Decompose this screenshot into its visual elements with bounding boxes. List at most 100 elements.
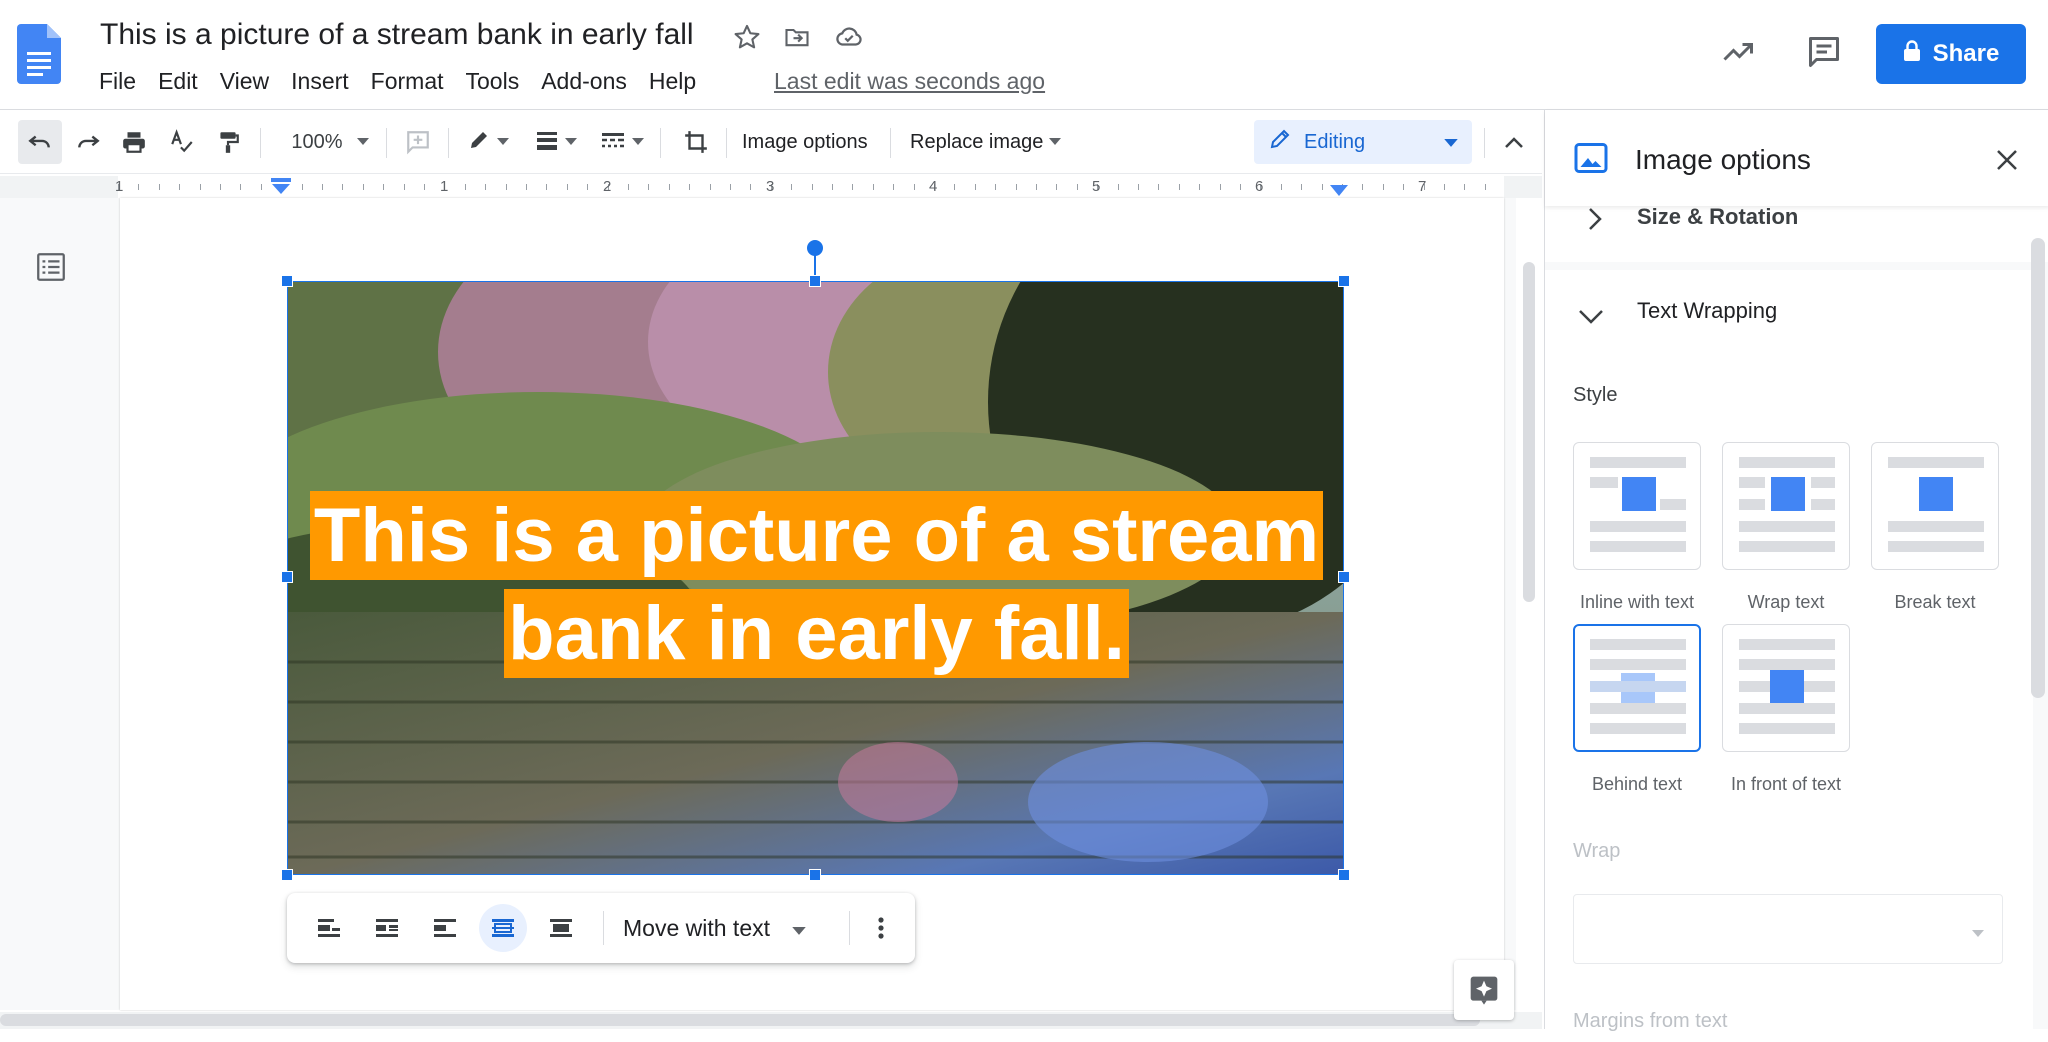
ruler-tick [750, 184, 751, 190]
explore-button[interactable] [1454, 960, 1514, 1020]
paint-format-icon[interactable] [206, 120, 250, 164]
menu-view[interactable]: View [220, 66, 281, 97]
stream-bank-image[interactable]: This is a picture of a stream bank in ea… [287, 281, 1344, 875]
menu-edit[interactable]: Edit [158, 66, 210, 97]
menu-help[interactable]: Help [649, 66, 708, 97]
position-select[interactable]: Move with text [623, 904, 806, 952]
collapse-toolbar-icon[interactable] [1494, 120, 1534, 164]
ruler-tick [506, 184, 507, 190]
redo-icon[interactable] [66, 120, 110, 164]
print-icon[interactable] [112, 120, 156, 164]
rotate-handle[interactable] [807, 240, 823, 256]
border-color-button[interactable] [460, 120, 516, 164]
menu-add-ons[interactable]: Add-ons [541, 66, 639, 97]
activity-trend-icon[interactable] [1718, 32, 1758, 72]
inline-wrap-icon[interactable] [305, 904, 353, 952]
zoom-select[interactable]: 100% [280, 120, 380, 164]
resize-handle-right[interactable] [1338, 571, 1350, 583]
size-rotation-section[interactable]: Size & Rotation [1545, 204, 2048, 262]
resize-handle-top-right[interactable] [1338, 275, 1350, 287]
spellcheck-icon[interactable] [160, 120, 204, 164]
in-front-of-text-icon[interactable] [537, 904, 585, 952]
ruler-tick [1281, 184, 1282, 190]
add-comment-icon[interactable] [398, 120, 438, 164]
chevron-down-icon [565, 133, 577, 151]
resize-handle-top[interactable] [809, 275, 821, 287]
text-wrapping-label[interactable]: Text Wrapping [1637, 298, 1777, 324]
close-icon[interactable] [1991, 144, 2023, 176]
menu-insert[interactable]: Insert [291, 66, 361, 97]
ruler-tick [1464, 184, 1465, 190]
menu-tools[interactable]: Tools [466, 66, 532, 97]
star-icon[interactable] [730, 20, 764, 54]
horizontal-scrollbar[interactable] [0, 1014, 1480, 1026]
editing-mode-select[interactable]: Editing [1254, 120, 1472, 164]
style-behind-text[interactable] [1573, 624, 1701, 752]
style-in-front-label: In front of text [1730, 774, 1842, 794]
style-wrap-text[interactable] [1722, 442, 1850, 570]
replace-image-label: Replace image [910, 130, 1044, 153]
replace-image-button[interactable]: Replace image [910, 120, 1062, 164]
panel-scrollbar[interactable] [2031, 238, 2045, 698]
style-wrap-label: Wrap text [1747, 592, 1825, 612]
style-in-front-of-text[interactable] [1722, 624, 1850, 752]
border-dash-button[interactable] [594, 120, 650, 164]
ruler-tick [873, 184, 874, 190]
crop-icon[interactable] [674, 120, 718, 164]
ruler-tick [200, 184, 201, 190]
image-options-button[interactable]: Image options [742, 120, 868, 164]
share-button[interactable]: Share [1876, 24, 2026, 84]
ruler-tick [1056, 184, 1057, 190]
style-break-text[interactable] [1871, 442, 1999, 570]
ruler-tick [138, 184, 139, 190]
ruler-number: 7 [1418, 178, 1427, 195]
ruler-tick [995, 184, 996, 190]
image-options-panel: Image options Size & Rotation Text Wrapp… [1544, 110, 2048, 1042]
menu-file[interactable]: File [99, 66, 148, 97]
style-break-label: Break text [1894, 592, 1976, 612]
border-weight-button[interactable] [528, 120, 584, 164]
ruler-tick [1220, 184, 1221, 190]
image-wrap-toolbar: Move with text [287, 893, 915, 963]
size-rotation-label: Size & Rotation [1637, 204, 1799, 229]
chevron-down-icon[interactable] [1577, 308, 1605, 331]
comments-icon[interactable] [1804, 32, 1844, 72]
undo-icon[interactable] [18, 120, 62, 164]
docs-logo-icon[interactable] [17, 24, 61, 84]
main-toolbar: 100% Image options Replace image Editing [0, 110, 1542, 174]
ruler-tick [730, 184, 731, 190]
panel-header: Image options [1545, 110, 2048, 206]
ruler-tick [1138, 184, 1139, 190]
ruler-tick [628, 184, 629, 190]
document-title[interactable]: This is a picture of a stream bank in ea… [100, 18, 694, 52]
resize-handle-bottom-left[interactable] [281, 869, 293, 881]
ruler-tick [1403, 184, 1404, 190]
style-inline-with-text[interactable] [1573, 442, 1701, 570]
wrap-select[interactable] [1573, 894, 2003, 964]
document-outline-icon[interactable] [34, 250, 68, 284]
more-options-icon[interactable] [857, 904, 905, 952]
menu-format[interactable]: Format [371, 66, 456, 97]
ruler-tick [383, 184, 384, 190]
ruler-tick [526, 184, 527, 190]
resize-handle-bottom[interactable] [809, 869, 821, 881]
break-text-icon[interactable] [421, 904, 469, 952]
image-icon [1573, 140, 1609, 181]
wrap-text-icon[interactable] [363, 904, 411, 952]
behind-text-icon[interactable] [479, 904, 527, 952]
resize-handle-bottom-right[interactable] [1338, 869, 1350, 881]
last-edit-link[interactable]: Last edit was seconds ago [774, 68, 1045, 95]
ruler-tick [1362, 184, 1363, 190]
chevron-down-icon [1444, 131, 1458, 154]
wrap-label: Wrap [1573, 840, 1621, 862]
ruler-number: 4 [929, 178, 938, 195]
ruler-tick [1077, 184, 1078, 190]
horizontal-ruler[interactable]: 1 1 2 3 4 5 6 7 [0, 176, 1542, 198]
ruler-tick [1322, 184, 1323, 190]
resize-handle-left[interactable] [281, 571, 293, 583]
move-to-folder-icon[interactable] [780, 20, 814, 54]
resize-handle-top-left[interactable] [281, 275, 293, 287]
lock-icon [1903, 39, 1921, 69]
vertical-scrollbar[interactable] [1523, 262, 1535, 602]
cloud-saved-icon[interactable] [832, 20, 866, 54]
